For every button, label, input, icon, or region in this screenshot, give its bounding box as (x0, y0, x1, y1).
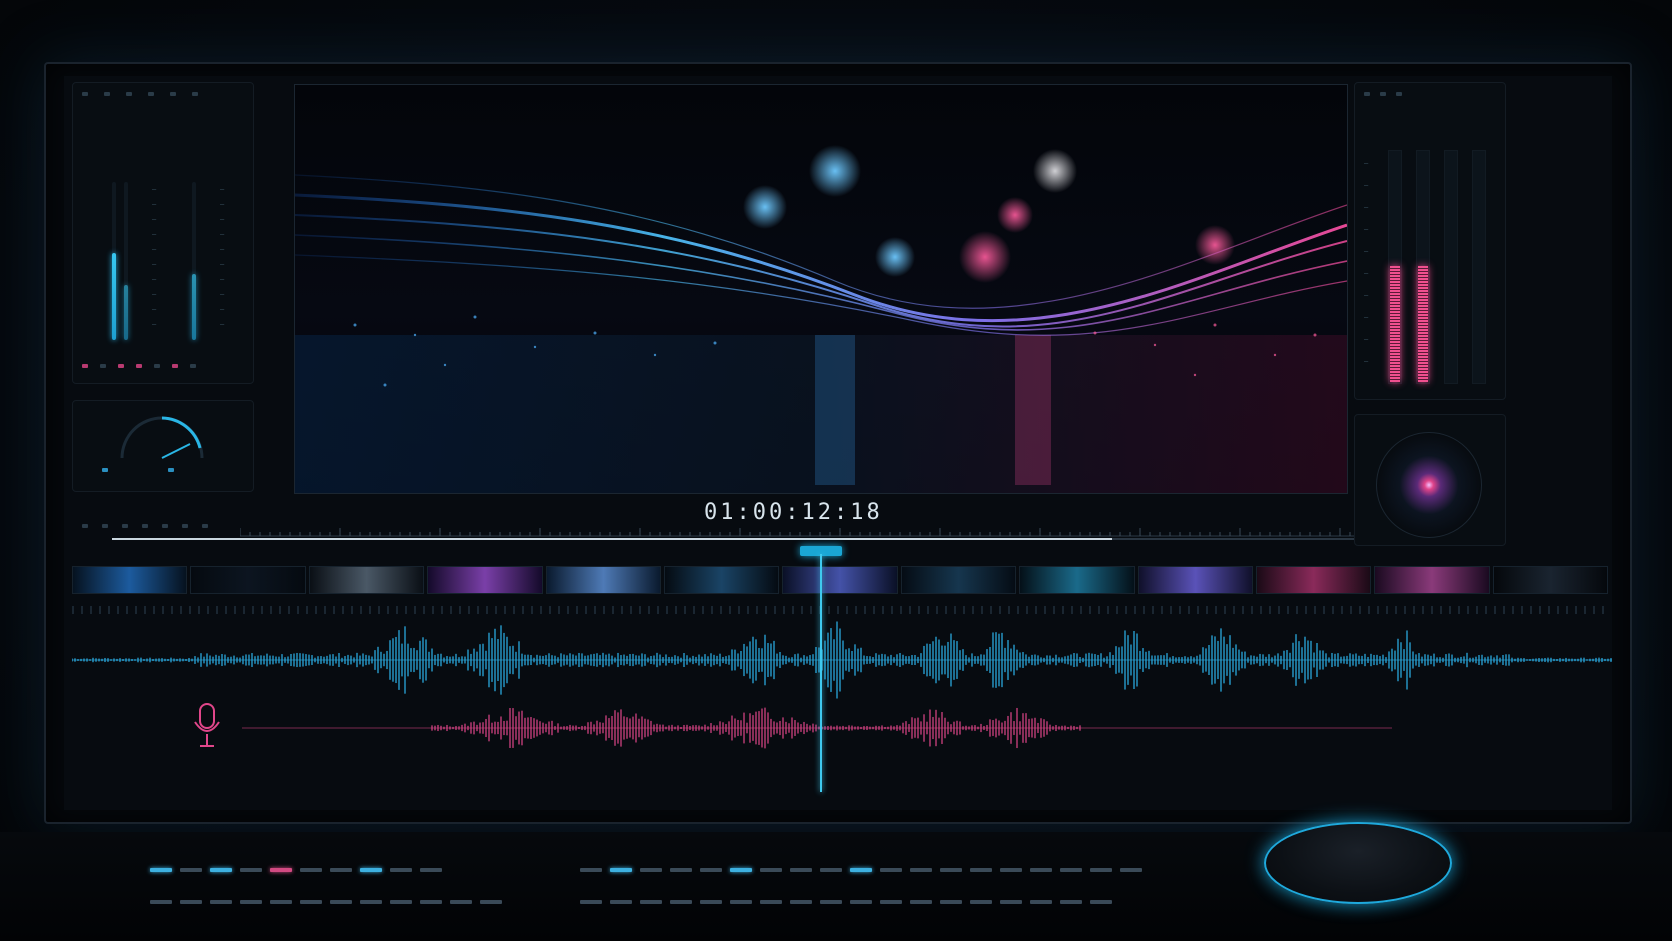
vu-header-controls[interactable] (1364, 92, 1402, 96)
editor-screen: —————————— —————————— (64, 76, 1612, 810)
audio-track-voice[interactable] (72, 698, 1612, 758)
timeline-clip[interactable] (663, 566, 780, 594)
timeline-clip[interactable] (1137, 566, 1253, 594)
meter-scale-right: — — — — — — — — — — (220, 185, 225, 328)
timeline-clip[interactable] (900, 566, 1017, 594)
scrubber-progress (112, 538, 1112, 540)
timeline-clip[interactable] (308, 566, 425, 594)
timeline-clip[interactable] (545, 566, 661, 594)
preview-frame-image (295, 85, 1347, 493)
keyboard-row-1[interactable] (150, 868, 442, 872)
timecode-display: 01:00:12:18 (704, 500, 883, 525)
jog-wheel[interactable] (1264, 822, 1452, 904)
meter-scale-left: — — — — — — — — — — (152, 185, 157, 328)
audio-track-music[interactable] (72, 616, 1612, 706)
timeline-clip[interactable] (72, 566, 188, 594)
dial-labels (102, 468, 174, 472)
keyboard-row-2[interactable] (150, 900, 502, 904)
vu-meter-2 (1416, 150, 1430, 384)
timeline-clip[interactable] (1255, 566, 1372, 594)
mixer-footer-buttons[interactable] (82, 364, 196, 368)
timeline-clip[interactable] (1374, 566, 1490, 594)
vu-meter-1 (1388, 150, 1402, 384)
keyboard-row-3[interactable] (580, 868, 1142, 872)
right-meter-panel: — — — — — — — — — — (1354, 82, 1606, 570)
clip-markers (72, 606, 1608, 614)
video-preview[interactable] (294, 84, 1348, 494)
gain-dial[interactable] (112, 408, 212, 468)
left-channel-meter (112, 182, 116, 340)
right-channel-meter[interactable] (192, 182, 196, 340)
monitor-bezel: —————————— —————————— (44, 62, 1632, 824)
vu-meter-3 (1444, 150, 1458, 384)
mixer-header-controls (82, 92, 198, 96)
left-channel-meter-2 (124, 182, 128, 340)
left-audio-panel: — — — — — — — — — — — — — — — — — — — — (72, 82, 254, 570)
mixer-panel (72, 82, 254, 384)
vectorscope (1376, 432, 1482, 538)
transport-controls[interactable] (82, 524, 208, 528)
timeline-clip[interactable] (1492, 566, 1609, 594)
video-track (72, 566, 1609, 602)
vu-meter-4 (1472, 150, 1486, 384)
timeline-clip[interactable] (190, 566, 306, 594)
timeline-clip[interactable] (1019, 566, 1135, 594)
playhead-line[interactable] (820, 554, 822, 792)
timeline-clip[interactable] (782, 566, 898, 594)
timeline-clip[interactable] (427, 566, 543, 594)
vu-scale: — — — — — — — — — — (1364, 159, 1369, 365)
keyboard-row-4[interactable] (580, 900, 1112, 904)
